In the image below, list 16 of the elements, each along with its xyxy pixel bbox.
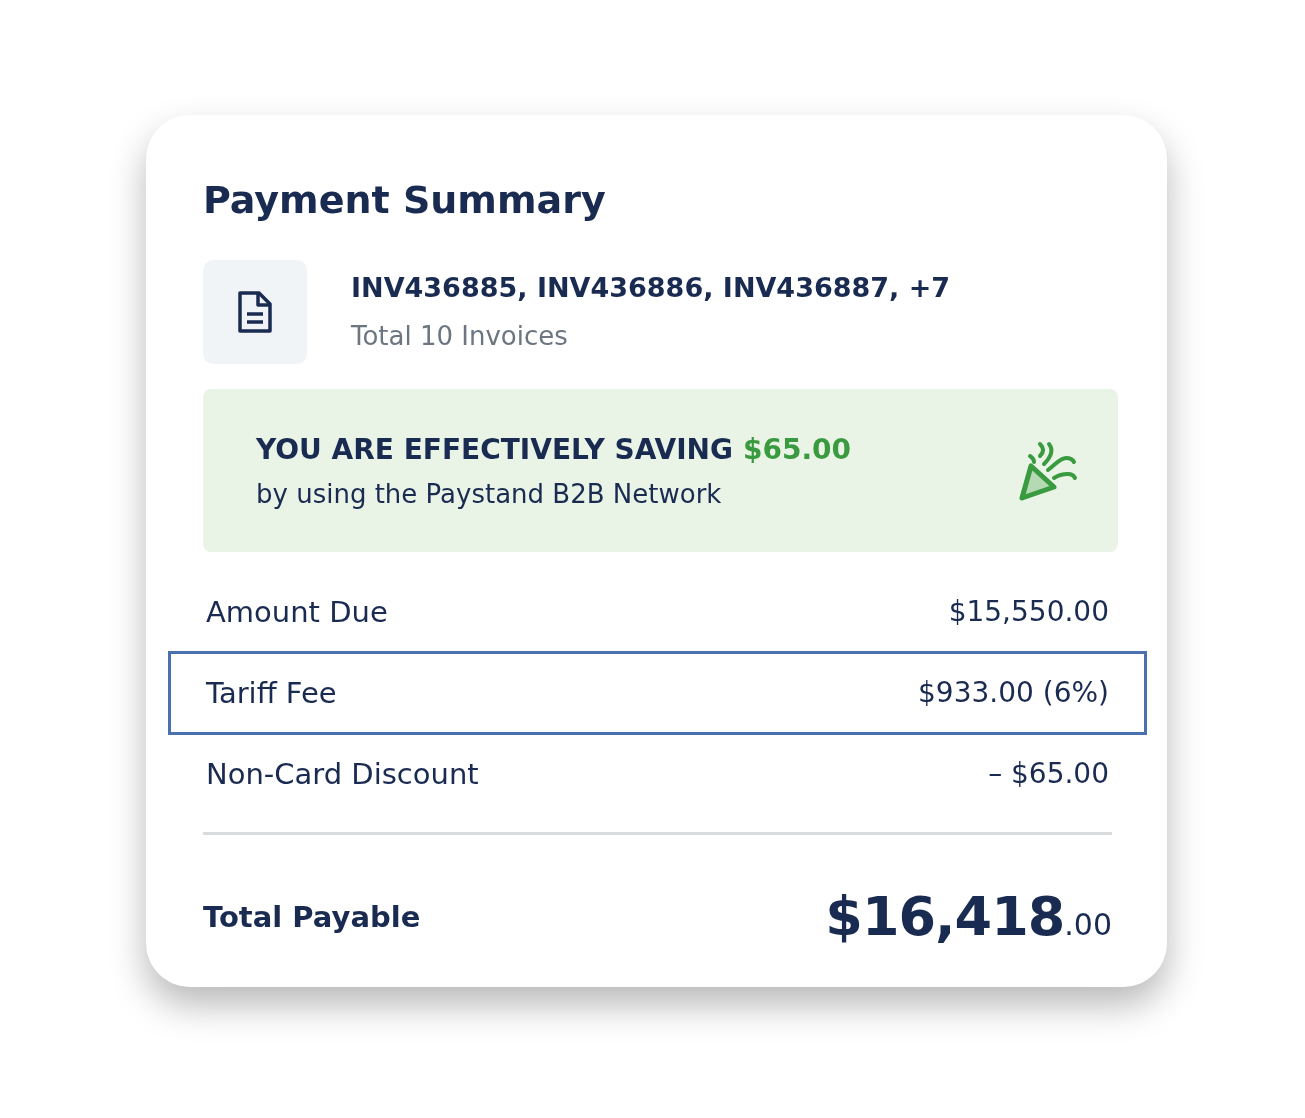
line-item-label: Non-Card Discount [206, 756, 479, 792]
line-item-value: $15,550.00 [948, 594, 1109, 630]
line-item-value: – $65.00 [988, 756, 1109, 792]
invoice-count: Total 10 Invoices [351, 320, 569, 353]
savings-heading: YOU ARE EFFECTIVELY SAVING [256, 431, 733, 468]
savings-subtext: by using the Paystand B2B Network [256, 477, 723, 510]
total-dollars: $16,418 [825, 885, 1065, 949]
line-item-value: $933.00 (6%) [918, 675, 1109, 711]
savings-amount: $65.00 [743, 431, 852, 468]
total-label: Total Payable [203, 899, 421, 936]
document-icon [237, 290, 273, 334]
line-item-label: Amount Due [206, 594, 388, 630]
total-cents: .00 [1064, 907, 1112, 943]
card-title: Payment Summary [203, 177, 607, 224]
line-item-label: Tariff Fee [206, 675, 337, 711]
invoice-numbers: INV436885, INV436886, INV436887, +7 [351, 271, 951, 305]
